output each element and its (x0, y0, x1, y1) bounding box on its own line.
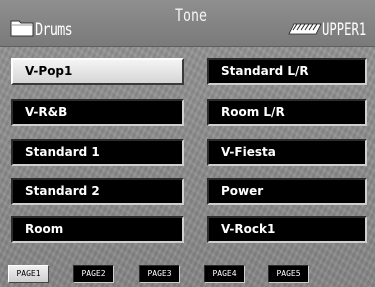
tone-button-room-lr[interactable]: Room L/R (207, 99, 367, 126)
tone-button-standard-2[interactable]: Standard 2 (11, 178, 184, 205)
category-label: Drums (35, 20, 73, 40)
keyboard-icon (288, 23, 322, 35)
mode-title: Tone (175, 6, 207, 26)
tone-label: V-Pop1 (25, 64, 73, 78)
tone-label: Power (221, 184, 264, 198)
tone-select-screen: Drums Tone UPPER1 V-Pop1 V-R&B Standard … (0, 0, 375, 287)
tab-label: PAGE4 (212, 269, 237, 278)
tone-label: V-Rock1 (221, 222, 276, 236)
tab-label: PAGE3 (147, 269, 172, 278)
tone-button-v-fiesta[interactable]: V-Fiesta (207, 139, 367, 166)
tone-button-standard-lr[interactable]: Standard L/R (207, 58, 367, 85)
tone-label: V-Fiesta (221, 145, 276, 159)
tab-page3[interactable]: PAGE3 (139, 265, 180, 283)
tone-button-power[interactable]: Power (207, 178, 367, 205)
tab-label: PAGE1 (16, 269, 41, 278)
tab-page1[interactable]: PAGE1 (8, 265, 49, 283)
header-bar: Drums Tone UPPER1 (0, 0, 375, 47)
tone-button-v-rock1[interactable]: V-Rock1 (207, 216, 367, 243)
tone-button-v-pop1[interactable]: V-Pop1 (11, 58, 184, 85)
part-label: UPPER1 (322, 20, 367, 40)
tone-button-room[interactable]: Room (11, 216, 184, 243)
tab-page5[interactable]: PAGE5 (268, 265, 309, 283)
tone-label: Standard L/R (221, 64, 309, 78)
tone-label: Standard 2 (25, 184, 100, 198)
tone-button-standard-1[interactable]: Standard 1 (11, 139, 184, 166)
tone-label: V-R&B (25, 105, 68, 119)
tone-button-v-rnb[interactable]: V-R&B (11, 99, 184, 126)
tone-label: Room L/R (221, 105, 285, 119)
tab-label: PAGE2 (81, 269, 106, 278)
tab-page2[interactable]: PAGE2 (73, 265, 114, 283)
tab-label: PAGE5 (276, 269, 301, 278)
tone-label: Standard 1 (25, 145, 100, 159)
tab-page4[interactable]: PAGE4 (204, 265, 245, 283)
tone-label: Room (25, 222, 64, 236)
folder-icon (10, 20, 34, 37)
